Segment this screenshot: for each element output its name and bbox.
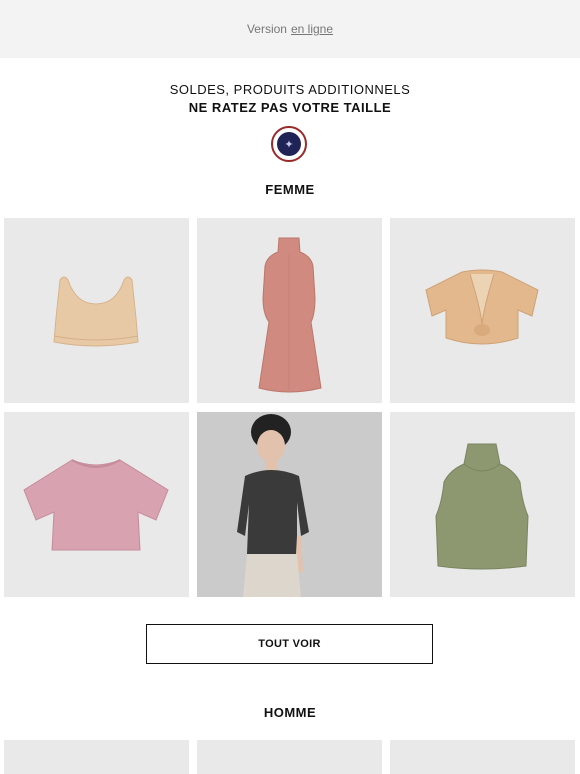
model-image bbox=[197, 412, 382, 597]
product-tile-model[interactable] bbox=[197, 412, 382, 597]
product-tile-cardigan[interactable] bbox=[390, 218, 575, 403]
headline: SOLDES, PRODUITS ADDITIONNELS NE RATEZ P… bbox=[0, 82, 580, 115]
online-version-bar: Version en ligne bbox=[0, 0, 580, 58]
tank-top-image bbox=[435, 443, 529, 570]
section-title-homme: HOMME bbox=[263, 705, 317, 720]
men-product-tile-2[interactable] bbox=[197, 740, 382, 774]
brand-seal-icon[interactable]: ✦ bbox=[271, 126, 307, 162]
product-tile-robe[interactable] bbox=[197, 218, 382, 403]
cardigan-image bbox=[425, 269, 539, 345]
men-product-tile-1[interactable] bbox=[4, 740, 189, 774]
section-title-femme: FEMME bbox=[265, 182, 315, 197]
headline-line-2: NE RATEZ PAS VOTRE TAILLE bbox=[188, 100, 392, 115]
product-tile-tshirt[interactable] bbox=[4, 412, 189, 597]
bralette-image bbox=[53, 276, 139, 347]
dress-image bbox=[258, 237, 322, 393]
men-product-tile-3[interactable] bbox=[390, 740, 575, 774]
product-tile-bralette[interactable] bbox=[4, 218, 189, 403]
feather-icon: ✦ bbox=[277, 132, 301, 156]
see-all-button[interactable]: TOUT VOIR bbox=[146, 624, 433, 664]
headline-line-1: SOLDES, PRODUITS ADDITIONNELS bbox=[169, 82, 411, 97]
product-tile-debardeur[interactable] bbox=[390, 412, 575, 597]
tshirt-image bbox=[23, 459, 169, 551]
online-version-prefix: Version bbox=[246, 22, 287, 36]
online-version-link[interactable]: en ligne bbox=[291, 22, 333, 36]
